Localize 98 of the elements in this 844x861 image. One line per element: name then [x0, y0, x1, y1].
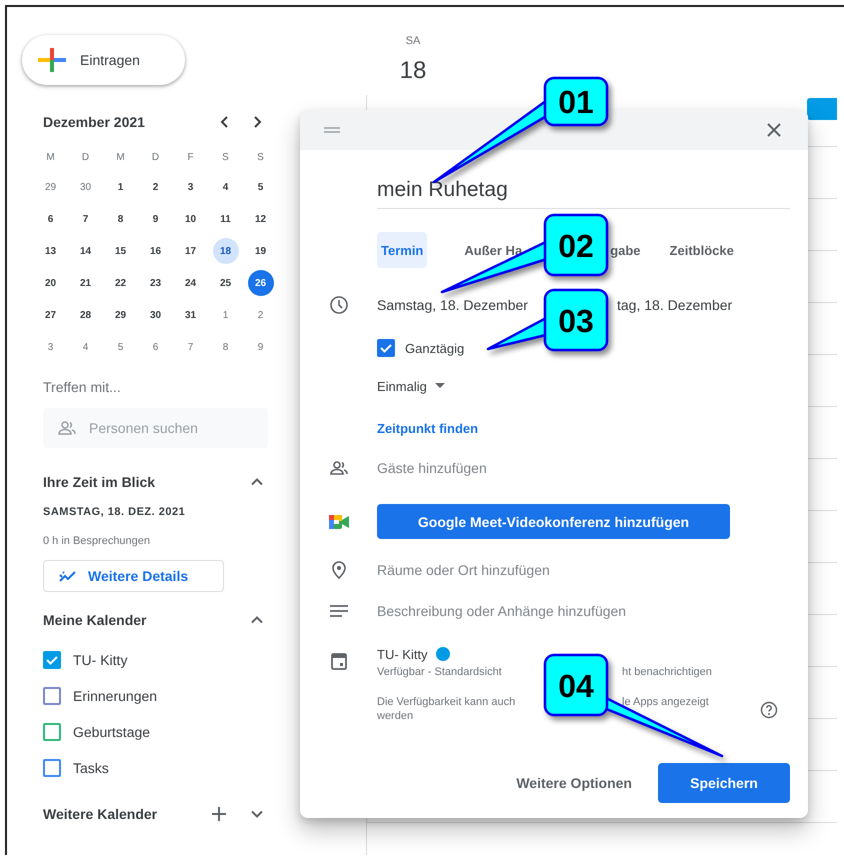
all-day-checkbox[interactable] — [377, 339, 395, 357]
calendar-day[interactable]: 28 — [72, 302, 98, 328]
calendar-day[interactable]: 6 — [38, 206, 64, 232]
calendar-status[interactable]: ht benachrichtigen — [622, 666, 712, 678]
text-lines-icon — [330, 605, 348, 617]
calendar-day[interactable]: 23 — [142, 270, 168, 296]
calendar-day[interactable]: 1 — [212, 302, 238, 328]
calendar-name[interactable]: TU- Kitty — [377, 646, 428, 662]
event-type-tab[interactable]: gabe — [606, 232, 645, 268]
calendar-day[interactable]: 3 — [38, 334, 64, 360]
section-title: Ihre Zeit im Blick — [43, 474, 156, 490]
add-video-conference-button[interactable]: Google Meet-Videokonferenz hinzufügen — [377, 504, 730, 539]
insights-date: SAMSTAG, 18. DEZ. 2021 — [43, 505, 186, 520]
calendar-day[interactable]: 20 — [38, 270, 64, 296]
section-title: Weitere Kalender — [43, 806, 158, 822]
calendar-day[interactable]: 17 — [178, 238, 204, 264]
calendar-day[interactable]: 8 — [108, 206, 134, 232]
calendar-day[interactable]: 1 — [108, 174, 134, 200]
drag-handle-icon[interactable] — [324, 126, 340, 134]
meetings-summary: 0 h in Besprechungen — [43, 534, 152, 549]
calendar-day[interactable]: 5 — [248, 174, 274, 200]
calendar-day[interactable]: 9 — [248, 334, 274, 360]
section-title: Meine Kalender — [43, 612, 148, 628]
save-button[interactable]: Speichern — [658, 763, 790, 803]
calendar-checkbox[interactable] — [43, 651, 61, 669]
calendar-day[interactable]: 12 — [248, 206, 274, 232]
calendar-checkbox[interactable] — [43, 759, 61, 777]
dropdown-arrow-icon — [434, 383, 445, 389]
calendar-day[interactable]: 8 — [212, 334, 238, 360]
availability-note: werden — [377, 710, 414, 724]
calendar-day[interactable]: 30 — [72, 174, 98, 200]
create-button[interactable]: Eintragen — [22, 35, 185, 85]
section-label: Treffen mit... — [43, 378, 122, 397]
description-field[interactable]: Beschreibung oder Anhänge hinzufügen — [377, 603, 626, 619]
calendar-day[interactable]: 27 — [38, 302, 64, 328]
calendar-day[interactable]: 31 — [178, 302, 204, 328]
calendar-day[interactable]: 14 — [72, 238, 98, 264]
weekday-header: SA — [406, 35, 420, 47]
day-number[interactable]: 18 — [400, 57, 426, 85]
event-type-tab[interactable]: Zeitblöcke — [666, 232, 738, 268]
help-icon[interactable] — [760, 701, 778, 719]
more-options-button[interactable]: Weitere Optionen — [508, 763, 640, 803]
guests-field[interactable]: Gäste hinzufügen — [377, 460, 487, 476]
recurrence-dropdown[interactable]: Einmalig — [377, 378, 445, 394]
calendar-name[interactable]: Tasks — [73, 760, 109, 776]
calendar-day[interactable]: 26 — [248, 270, 274, 296]
weekday-label: M — [116, 152, 125, 162]
calendar-day[interactable]: 11 — [212, 206, 238, 232]
weekday-label: M — [46, 152, 55, 162]
event-type-tab[interactable]: Termin — [377, 232, 428, 268]
video-camera-icon — [328, 512, 350, 530]
clock-icon — [328, 295, 348, 315]
calendar-name[interactable]: Geburtstage — [73, 724, 150, 740]
availability-note: Die Verfügbarkeit kann auch — [377, 696, 516, 708]
calendar-day[interactable]: 25 — [212, 270, 238, 296]
calendar-day[interactable]: 18 — [212, 238, 238, 264]
calendar-day[interactable]: 10 — [178, 206, 204, 232]
calendar-day[interactable]: 19 — [248, 238, 274, 264]
calendar-icon — [330, 652, 346, 670]
availability-note: le Apps angezeigt — [622, 696, 709, 708]
weekday-label: S — [257, 152, 264, 162]
calendar-day[interactable]: 15 — [108, 238, 134, 264]
find-time-link[interactable]: Zeitpunkt finden — [377, 420, 478, 436]
end-date[interactable]: tag, 18. Dezember — [617, 297, 732, 313]
calendar-day[interactable]: 4 — [212, 174, 238, 200]
month-title: Dezember 2021 — [43, 114, 146, 130]
calendar-day[interactable]: 22 — [108, 270, 134, 296]
calendar-day[interactable]: 16 — [142, 238, 168, 264]
calendar-day[interactable]: 5 — [108, 334, 134, 360]
calendar-day[interactable]: 13 — [38, 238, 64, 264]
calendar-checkbox[interactable] — [43, 723, 61, 741]
calendar-day[interactable]: 2 — [248, 302, 274, 328]
calendar-day[interactable]: 7 — [178, 334, 204, 360]
close-icon[interactable] — [766, 122, 782, 138]
weekday-label: D — [152, 152, 160, 162]
calendar-day[interactable]: 4 — [72, 334, 98, 360]
calendar-day[interactable]: 29 — [38, 174, 64, 200]
calendar-day[interactable]: 24 — [178, 270, 204, 296]
calendar-day[interactable]: 2 — [142, 174, 168, 200]
calendar-name[interactable]: Erinnerungen — [73, 688, 158, 704]
calendar-day[interactable]: 3 — [178, 174, 204, 200]
calendar-day[interactable]: 7 — [72, 206, 98, 232]
people-icon — [328, 458, 348, 478]
calendar-day[interactable]: 21 — [72, 270, 98, 296]
calendar-day[interactable]: 30 — [142, 302, 168, 328]
plus-icon — [38, 46, 66, 74]
calendar-day[interactable]: 6 — [142, 334, 168, 360]
calendar-checkbox[interactable] — [43, 687, 61, 705]
details-button[interactable]: Weitere Details — [43, 560, 224, 592]
calendar-day[interactable]: 9 — [142, 206, 168, 232]
weekday-label: S — [222, 152, 229, 162]
location-field[interactable]: Räume oder Ort hinzufügen — [377, 562, 550, 578]
weekday-label: D — [82, 152, 90, 162]
all-day-label[interactable]: Ganztägig — [405, 340, 464, 356]
calendar-name[interactable]: TU- Kitty — [73, 652, 128, 668]
calendar-day[interactable]: 29 — [108, 302, 134, 328]
weekday-label: F — [187, 152, 194, 162]
plus-icon[interactable] — [211, 806, 227, 822]
